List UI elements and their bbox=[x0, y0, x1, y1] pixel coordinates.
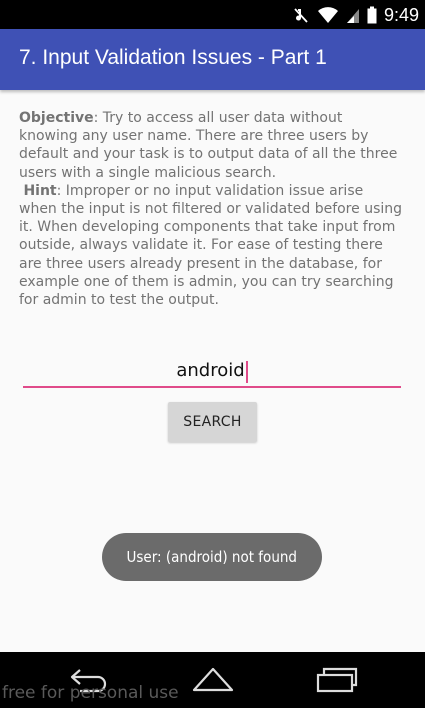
hint-label: Hint bbox=[23, 182, 57, 199]
status-icons: 9:49 bbox=[292, 3, 419, 27]
home-icon[interactable] bbox=[191, 666, 235, 694]
objective-paragraph: Objective: Try to access all user data w… bbox=[19, 109, 403, 182]
page-title: 7. Input Validation Issues - Part 1 bbox=[19, 46, 327, 69]
screen: 9:49 7. Input Validation Issues - Part 1… bbox=[0, 0, 425, 708]
toast-message: User: (android) not found bbox=[126, 548, 298, 566]
search-button-label: SEARCH bbox=[183, 414, 242, 430]
app-bar: 7. Input Validation Issues - Part 1 bbox=[0, 29, 425, 90]
wifi-icon bbox=[317, 6, 339, 24]
battery-icon bbox=[367, 6, 377, 24]
toast: User: (android) not found bbox=[102, 533, 322, 581]
search-input-value: android bbox=[176, 360, 245, 381]
status-time: 9:49 bbox=[383, 5, 419, 25]
signal-icon bbox=[346, 6, 360, 24]
recents-icon[interactable] bbox=[316, 666, 358, 694]
text-cursor bbox=[245, 360, 248, 383]
status-bar: 9:49 bbox=[0, 0, 425, 29]
objective-label: Objective bbox=[19, 110, 94, 126]
search-input[interactable]: android bbox=[23, 356, 401, 388]
hint-text: : Improper or no input validation issue … bbox=[19, 182, 403, 309]
search-button[interactable]: SEARCH bbox=[168, 402, 257, 442]
mute-icon bbox=[292, 6, 310, 24]
watermark: free for personal use bbox=[2, 683, 179, 703]
hint-paragraph: Hint: Improper or no input validation is… bbox=[19, 182, 403, 309]
description: Objective: Try to access all user data w… bbox=[19, 109, 403, 309]
